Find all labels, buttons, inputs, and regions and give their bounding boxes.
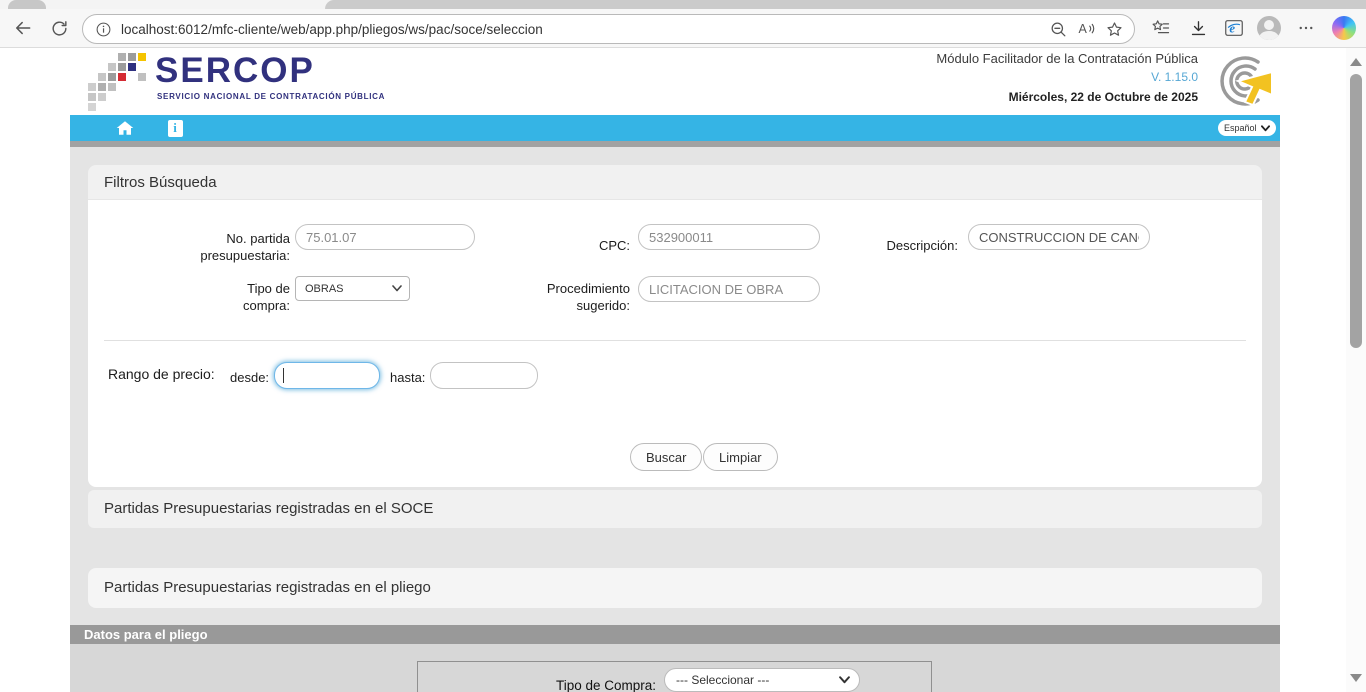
page-viewport: SERCOP SERVICIO NACIONAL DE CONTRATACIÓN…	[0, 48, 1366, 692]
chevron-down-icon	[1261, 125, 1270, 132]
page-info-icon[interactable]	[95, 21, 112, 38]
ie-mode-button[interactable]: e	[1219, 13, 1249, 43]
download-icon	[1189, 19, 1208, 38]
date-label: Miércoles, 22 de Octubre de 2025	[936, 90, 1198, 104]
ie-mode-icon: e	[1223, 17, 1245, 39]
scrollbar-up-arrow[interactable]	[1350, 58, 1362, 66]
address-bar[interactable]: localhost:6012/mfc-cliente/web/app.php/p…	[82, 14, 1135, 44]
form-divider	[104, 340, 1246, 341]
language-label: Español	[1224, 123, 1257, 133]
chevron-down-icon	[392, 285, 402, 292]
zoom-out-icon[interactable]	[1044, 15, 1072, 43]
descripcion-label: Descripción:	[858, 237, 958, 254]
filters-panel-body: No. partida presupuestaria: CPC: Descrip…	[88, 200, 1262, 487]
favorites-list-icon	[1151, 18, 1171, 38]
scrollbar-down-arrow[interactable]	[1350, 674, 1362, 682]
favorite-star-icon[interactable]	[1100, 15, 1128, 43]
page-content: Filtros Búsqueda No. partida presupuesta…	[70, 147, 1280, 692]
home-button[interactable]	[112, 117, 138, 139]
datos-pliego-box: Tipo de Compra: --- Seleccionar ---	[417, 661, 932, 692]
avatar-head-icon	[1264, 20, 1274, 30]
tipo-de-compra-selected-value: --- Seleccionar ---	[676, 673, 769, 687]
cursor-swoosh-logo-icon	[1200, 50, 1280, 110]
sercop-mosaic-icon	[88, 53, 150, 111]
procedimiento-label: Procedimiento sugerido:	[535, 280, 630, 314]
filters-panel-header: Filtros Búsqueda	[88, 165, 1262, 200]
brand-name: SERCOP	[155, 51, 315, 91]
section-pliego-header[interactable]: Partidas Presupuestarias registradas en …	[88, 568, 1262, 608]
info-button[interactable]: i	[162, 117, 188, 139]
browser-tab-strip	[0, 0, 1366, 9]
site-header: SERCOP SERVICIO NACIONAL DE CONTRATACIÓN…	[70, 48, 1280, 115]
scrollbar-thumb[interactable]	[1350, 74, 1362, 348]
tipo-compra-label: Tipo de compra:	[220, 280, 290, 314]
datos-pliego-area: Tipo de Compra: --- Seleccionar ---	[70, 644, 1280, 692]
datos-pliego-bar: Datos para el pliego	[70, 625, 1280, 644]
brand-tagline: SERVICIO NACIONAL DE CONTRATACIÓN PÚBLIC…	[157, 92, 385, 101]
svg-text:A: A	[1079, 22, 1088, 36]
read-aloud-icon[interactable]: A	[1072, 15, 1100, 43]
tipo-de-compra-select[interactable]: --- Seleccionar ---	[664, 668, 860, 692]
settings-ellipsis-button[interactable]	[1291, 13, 1321, 43]
browser-toolbar: localhost:6012/mfc-cliente/web/app.php/p…	[0, 9, 1366, 48]
back-button[interactable]	[8, 13, 38, 43]
procedimiento-input[interactable]	[638, 276, 820, 302]
desde-label: desde:	[230, 370, 269, 385]
section-soce-header[interactable]: Partidas Presupuestarias registradas en …	[88, 490, 1262, 528]
downloads-button[interactable]	[1183, 13, 1213, 43]
copilot-button[interactable]	[1329, 13, 1359, 43]
ellipsis-icon	[1297, 19, 1315, 37]
avatar-body-icon	[1259, 31, 1279, 40]
limpiar-button[interactable]: Limpiar	[703, 443, 778, 471]
desde-input[interactable]	[274, 362, 380, 389]
text-caret	[283, 368, 284, 383]
info-icon: i	[168, 120, 183, 137]
main-navbar: i Español	[70, 115, 1280, 141]
chevron-down-icon	[839, 676, 850, 684]
no-partida-label: No. partida presupuestaria:	[185, 230, 290, 264]
language-select[interactable]: Español	[1218, 120, 1276, 136]
favorites-bar-button[interactable]	[1146, 13, 1176, 43]
refresh-button[interactable]	[44, 13, 74, 43]
cpc-label: CPC:	[550, 237, 630, 254]
version-label: V. 1.15.0	[936, 70, 1198, 84]
tipo-de-compra-label: Tipo de Compra:	[418, 678, 656, 692]
scrollbar-track[interactable]	[1346, 48, 1366, 692]
tab-fragment	[8, 0, 46, 9]
hasta-label: hasta:	[390, 370, 425, 385]
cpc-input[interactable]	[638, 224, 820, 250]
tipo-compra-select[interactable]: OBRAS	[295, 276, 410, 301]
buscar-button[interactable]: Buscar	[630, 443, 702, 471]
module-title: Módulo Facilitador de la Contratación Pú…	[936, 51, 1198, 66]
rango-precio-label: Rango de precio:	[108, 366, 215, 382]
url-text: localhost:6012/mfc-cliente/web/app.php/p…	[121, 22, 1044, 37]
copilot-icon	[1332, 16, 1356, 40]
descripcion-input[interactable]	[968, 224, 1150, 250]
tipo-compra-selected-value: OBRAS	[305, 283, 344, 295]
back-arrow-icon	[13, 18, 33, 38]
no-partida-input[interactable]	[295, 224, 475, 250]
home-icon	[116, 120, 134, 136]
hasta-input[interactable]	[430, 362, 538, 389]
page-container: SERCOP SERVICIO NACIONAL DE CONTRATACIÓN…	[70, 48, 1280, 692]
header-info: Módulo Facilitador de la Contratación Pú…	[936, 51, 1198, 104]
desde-input-wrap	[274, 362, 380, 389]
profile-avatar[interactable]	[1257, 16, 1281, 40]
refresh-icon	[50, 19, 69, 38]
tab-fragment	[325, 0, 1366, 9]
